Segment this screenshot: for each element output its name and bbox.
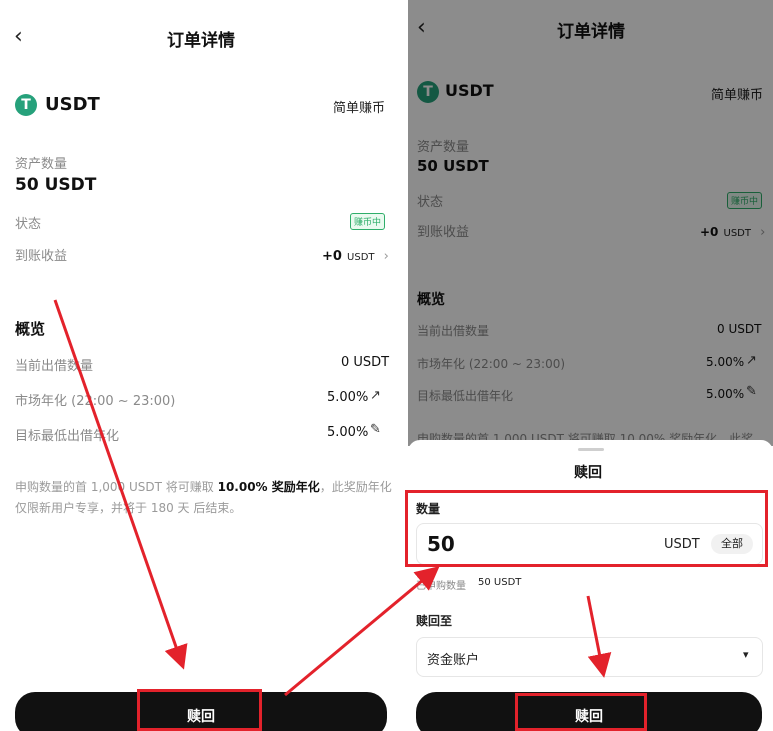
back-icon[interactable]: ‹ <box>14 24 23 49</box>
confirm-redeem-button[interactable]: 赎回 <box>416 692 762 731</box>
max-all-label: 全部 <box>721 537 743 550</box>
dropdown-caret-icon: ▾ <box>743 648 749 661</box>
redeem-button[interactable]: 赎回 <box>15 692 387 731</box>
page-title: 订单详情 <box>167 31 235 51</box>
reward-note: 申购数量的首 1,000 USDT 将可赚取 10.00% 奖励年化，此奖励年化… <box>15 477 395 519</box>
asset-value: 50 USDT <box>15 175 97 195</box>
sheet-grabber[interactable] <box>578 448 604 451</box>
purchased-label: 已申购数量 <box>416 581 466 592</box>
overview-title: 概览 <box>15 320 46 338</box>
order-detail-screen: ‹ 订单详情 T USDT 简单赚币 资产数量 50 USDT 状态 赚币中 到… <box>0 0 402 731</box>
product-type: 简单赚币 <box>333 101 386 116</box>
chevron-right-icon: › <box>383 249 389 264</box>
dim-overlay[interactable] <box>408 0 773 446</box>
sheet-title: 赎回 <box>574 465 602 481</box>
amount-unit: USDT <box>664 537 700 552</box>
earnings-unit: USDT <box>347 252 375 263</box>
redeem-to-label: 赎回至 <box>416 614 453 628</box>
redeem-bottom-sheet: 赎回 数量 50 USDT 全部 已申购数量 50 USDT 赎回至 资金账户 … <box>408 440 773 731</box>
market-apr-value: 5.00% <box>327 390 369 405</box>
amount-input[interactable]: 50 USDT 全部 <box>416 523 763 565</box>
confirm-redeem-label: 赎回 <box>575 709 603 725</box>
asset-label: 资产数量 <box>15 157 68 172</box>
coin-name: USDT <box>45 94 100 115</box>
redeem-button-label: 赎回 <box>187 709 215 725</box>
max-all-button[interactable]: 全部 <box>711 534 753 554</box>
status-label: 状态 <box>15 217 42 232</box>
status-badge: 赚币中 <box>350 213 386 230</box>
amount-label: 数量 <box>416 502 441 516</box>
usdt-logo-icon: T <box>15 94 37 116</box>
edit-icon[interactable]: ✎ <box>370 422 381 437</box>
trend-chart-icon[interactable]: ↗ <box>370 388 381 403</box>
earnings-link[interactable]: +0 USDT › <box>322 245 389 264</box>
reward-note-text-1: 申购数量的首 1,000 USDT 将可赚取 <box>15 480 218 494</box>
target-apr-label: 目标最低出借年化 <box>15 429 120 444</box>
purchased-value: 50 USDT <box>478 577 522 588</box>
target-apr-value: 5.00% <box>327 425 369 440</box>
lent-amount-value: 0 USDT <box>341 355 390 370</box>
lent-amount-label: 当前出借数量 <box>15 359 94 374</box>
earnings-value: +0 <box>322 249 342 264</box>
reward-note-bold: 10.00% 奖励年化 <box>217 480 320 494</box>
account-value: 资金账户 <box>427 653 480 668</box>
amount-value: 50 <box>427 532 455 556</box>
market-apr-label: 市场年化 (22:00 ~ 23:00) <box>15 394 176 409</box>
account-select[interactable]: 资金账户 ▾ <box>416 637 763 677</box>
earnings-label: 到账收益 <box>15 249 68 264</box>
redeem-sheet-screen: ‹ 订单详情 T USDT 简单赚币 资产数量 50 USDT 状态 赚币中 到… <box>408 0 773 731</box>
